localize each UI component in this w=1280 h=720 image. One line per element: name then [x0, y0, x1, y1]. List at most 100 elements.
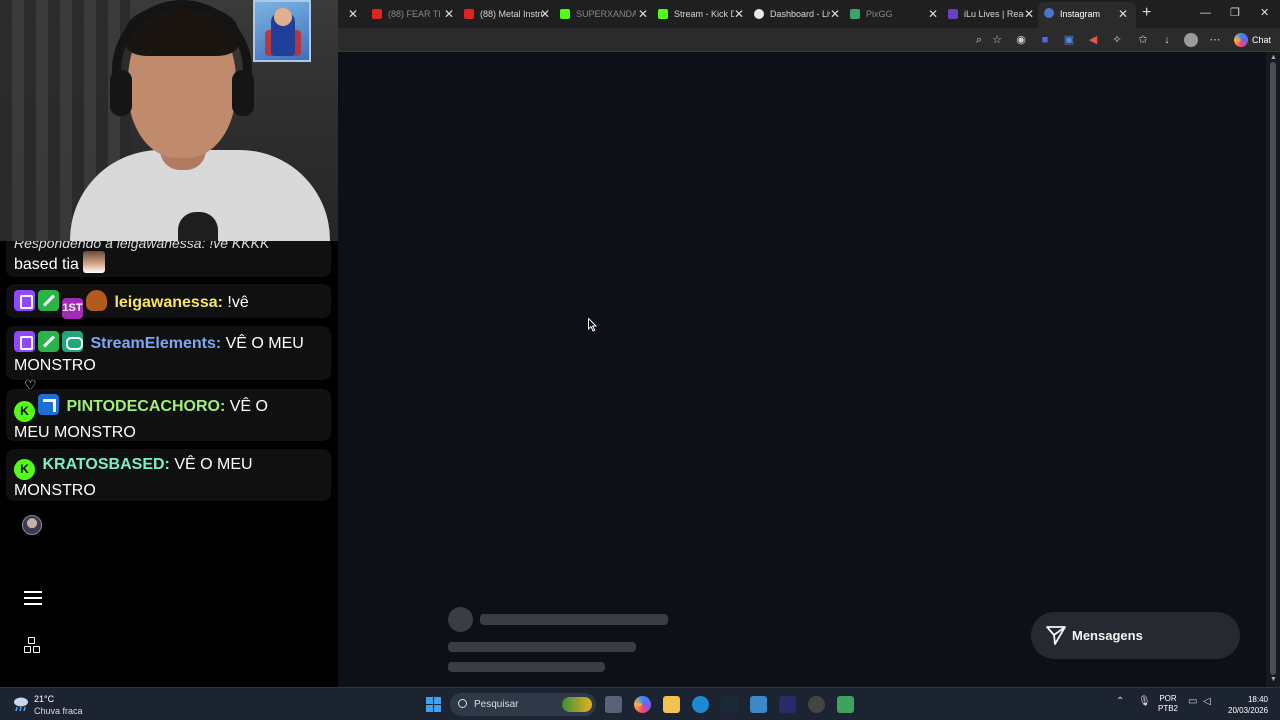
file-explorer-icon[interactable]	[663, 696, 680, 713]
kick-icon	[560, 9, 570, 19]
scroll-up-icon[interactable]: ▲	[1270, 54, 1277, 61]
edge-browser-icon[interactable]	[692, 696, 709, 713]
browser-tab[interactable]: Stream - Kick Da	[652, 3, 734, 25]
instagram-page: Mensagens	[338, 52, 1266, 687]
scrollbar-thumb[interactable]	[1270, 62, 1276, 675]
browser-tab[interactable]: iLu Lives | React	[942, 3, 1024, 25]
page-scrollbar[interactable]: ▲ ▼	[1266, 52, 1280, 687]
profile-icon[interactable]	[1184, 33, 1198, 47]
close-window-button[interactable]: ✕	[1260, 4, 1269, 22]
obs-icon[interactable]	[779, 696, 796, 713]
copilot-icon	[1234, 33, 1248, 47]
tab-close-icon[interactable]: ✕	[830, 3, 840, 25]
headphones	[112, 0, 252, 96]
download-icon[interactable]: ↓	[1160, 33, 1174, 47]
restore-button[interactable]: ❐	[1230, 4, 1240, 22]
tab-close-icon[interactable]: ✕	[444, 3, 454, 25]
system-clock[interactable]: 18:40 20/03/2026	[1228, 694, 1268, 716]
tab-close-icon[interactable]: ✕	[734, 3, 744, 25]
copilot-app-icon[interactable]	[634, 696, 651, 713]
photos-icon[interactable]	[750, 696, 767, 713]
headphone-right-cup	[232, 70, 254, 116]
bot-badge-icon	[62, 331, 83, 352]
browser-tab[interactable]: PixGG	[844, 3, 924, 25]
chat-message-text: VÊ O	[225, 398, 268, 415]
pin-badge-icon	[38, 394, 59, 415]
browser-tab[interactable]: Dashboard - Liv	[748, 3, 830, 25]
superhero-poster	[253, 0, 311, 62]
tab-close-icon[interactable]: ✕	[540, 3, 550, 25]
loading-text-placeholder	[480, 614, 668, 625]
task-view-icon[interactable]	[605, 696, 622, 713]
stream-chat-overlay: Respondendo a leigawanessa: !vê KKKK bas…	[0, 241, 338, 511]
translate-icon[interactable]: ▣	[1062, 33, 1076, 47]
more-options-icon[interactable]: ⋯	[1208, 33, 1222, 47]
settings-app-icon[interactable]	[808, 696, 825, 713]
globe-icon	[754, 9, 764, 19]
steam-icon[interactable]	[721, 696, 738, 713]
tab-close-icon[interactable]: ✕	[1024, 3, 1034, 25]
shield-icon[interactable]: ■	[1038, 33, 1052, 47]
profile-avatar[interactable]	[22, 515, 42, 535]
weather-description[interactable]: Chuva fraca	[34, 706, 83, 716]
chat-message-text: based tia	[14, 256, 79, 273]
scroll-down-icon[interactable]: ▼	[1270, 676, 1277, 683]
favorite-star-icon[interactable]: ☆	[990, 33, 1004, 47]
headphone-left-cup	[110, 70, 132, 116]
chat-username: StreamElements:	[90, 335, 222, 352]
sword-badge-icon	[38, 290, 59, 311]
mouse-cursor-icon	[588, 318, 598, 332]
spreadsheet-app-icon[interactable]	[837, 696, 854, 713]
volume-icon[interactable]: ◁	[1203, 696, 1211, 707]
loading-text-placeholder	[448, 662, 605, 672]
new-tab-button[interactable]: +	[1142, 3, 1151, 23]
zoom-icon[interactable]: ⌕	[972, 33, 986, 47]
screen: Respondendo a leigawanessa: !vê KKKK bas…	[0, 0, 1280, 720]
twitch-badge-icon	[14, 331, 35, 352]
browser-tab[interactable]: SUPERXANDAO	[554, 3, 636, 25]
network-icon[interactable]: ▭	[1188, 696, 1197, 707]
browser-tab[interactable]: (88) Metal Instru	[458, 3, 542, 25]
kick-badge-icon: K	[14, 401, 35, 422]
tab-close-icon[interactable]: ✕	[638, 3, 648, 25]
instagram-left-nav	[0, 511, 338, 687]
kick-badge-icon: K	[14, 459, 35, 480]
youtube-icon	[372, 9, 382, 19]
tray-overflow-icon[interactable]: ⌃	[1116, 696, 1124, 707]
mute-tab-icon[interactable]: ◀	[1086, 33, 1100, 47]
twitch-badge-icon	[14, 290, 35, 311]
input-language[interactable]: POR PTB2	[1158, 694, 1178, 714]
chat-message-text: VÊ O MEU	[221, 335, 304, 352]
search-highlight-icon	[562, 697, 592, 712]
messages-button[interactable]: Mensagens	[1031, 612, 1240, 659]
chat-username: PINTODECACHORO:	[66, 398, 226, 415]
microphone-icon[interactable]: 🎙	[1138, 696, 1151, 707]
browser-tab-active[interactable]: Instagram ✕	[1038, 2, 1136, 28]
chat-username: KRATOSBASED:	[42, 456, 170, 473]
menu-icon[interactable]	[24, 591, 42, 605]
tab-close-icon[interactable]: ✕	[1118, 2, 1128, 26]
chat-username: leigawanessa:	[114, 294, 223, 311]
chat-message: K KRATOSBASED: VÊ O MEU MONSTRO	[6, 449, 331, 501]
minimize-button[interactable]: —	[1200, 4, 1211, 22]
copilot-chat-button[interactable]: Chat	[1234, 32, 1271, 48]
chat-message-text: !vê	[222, 294, 249, 311]
browser-tab[interactable]: (88) FEAR THE C	[366, 3, 440, 25]
weather-temperature[interactable]: 21°C	[34, 694, 54, 704]
first-chatter-badge-icon: 1ST	[62, 298, 83, 319]
windows-start-icon[interactable]	[426, 697, 441, 712]
extensions-puzzle-icon[interactable]: ✧	[1110, 33, 1124, 47]
microphone	[178, 212, 218, 241]
favorites-icon[interactable]: ✩	[1136, 33, 1150, 47]
search-icon	[458, 699, 467, 708]
sword-badge-icon	[38, 331, 59, 352]
hat-badge-icon	[86, 290, 107, 311]
browser-toolbar: ⌕ ☆ ◉ ■ ▣ ◀ ✧ ✩ ↓ ⋯ Chat	[338, 28, 1280, 52]
tab-close-icon[interactable]: ✕	[348, 3, 358, 25]
taskbar-search[interactable]: Pesquisar	[450, 693, 596, 716]
youtube-icon	[464, 9, 474, 19]
loading-avatar-placeholder	[448, 607, 473, 632]
extension-icon[interactable]: ◉	[1014, 33, 1028, 47]
tab-close-icon[interactable]: ✕	[928, 3, 938, 25]
apps-grid-icon[interactable]	[24, 637, 42, 655]
